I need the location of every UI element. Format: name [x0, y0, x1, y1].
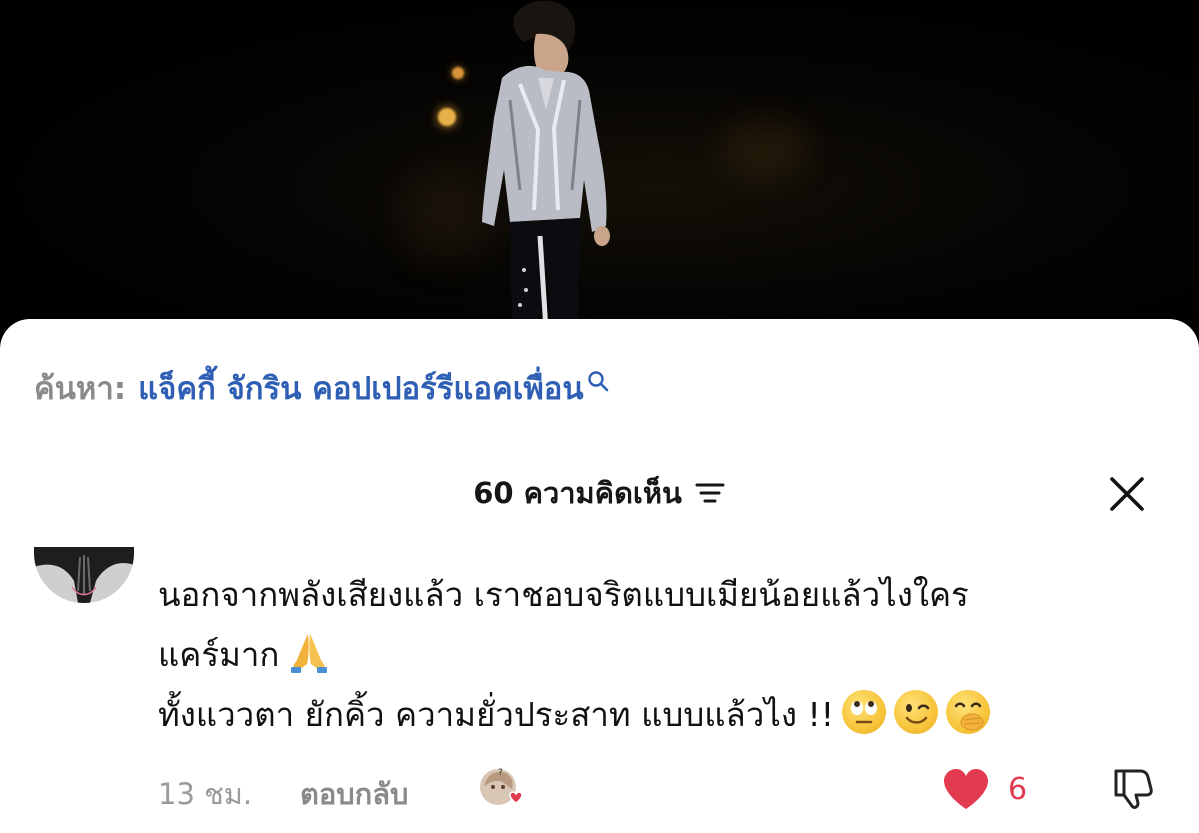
comments-title: ความคิดเห็น	[523, 476, 682, 510]
pray-emoji	[287, 630, 331, 674]
dislike-icon[interactable]	[1110, 765, 1156, 811]
search-icon	[587, 371, 608, 392]
comment-body: นอกจากพลังเสียงแล้ว เราชอบจริตแบบเมียน้อ…	[158, 565, 1168, 745]
comment-text: นอกจากพลังเสียงแล้ว เราชอบจริตแบบเมียน้อ…	[158, 575, 969, 614]
comment-sheet-screen: ค้นหา: แจ็คกี้ จักริน คอปเปอร์รีแอคเพื่อ…	[0, 0, 1199, 833]
hand-over-mouth-emoji	[945, 690, 990, 734]
stage-light	[400, 170, 490, 260]
svg-text:?: ?	[498, 768, 503, 778]
comment-text: ทั้งแววตา ยักคิ้ว ความยั่วประสาท แบบแล้ว…	[158, 695, 834, 734]
commenter-avatar[interactable]	[34, 547, 134, 603]
comment-line: แคร์มาก	[158, 625, 1168, 685]
comment-timestamp: 13 ชม.	[158, 777, 253, 811]
close-icon	[1110, 477, 1144, 511]
comment-line: นอกจากพลังเสียงแล้ว เราชอบจริตแบบเมียน้อ…	[158, 565, 1168, 625]
heart-icon	[944, 769, 988, 809]
search-suggestion[interactable]: ค้นหา: แจ็คกี้ จักริน คอปเปอร์รีแอคเพื่อ…	[34, 363, 610, 413]
like-button[interactable]: 6	[942, 767, 1027, 811]
stage-light	[438, 108, 456, 126]
comment-meta-row: 13 ชม. ตอบกลับ ? 6	[158, 767, 1168, 811]
comment-line: ทั้งแววตา ยักคิ้ว ความยั่วประสาท แบบแล้ว…	[158, 685, 1168, 745]
avatar-image	[34, 547, 134, 603]
video-player[interactable]	[0, 0, 1199, 340]
comment-text: แคร์มาก	[158, 635, 280, 674]
like-count: 6	[1008, 771, 1028, 807]
eye-roll-emoji	[841, 690, 886, 734]
performer-figure	[482, 0, 610, 330]
creator-like-avatar: ?	[480, 768, 523, 805]
search-label: ค้นหา:	[34, 371, 127, 407]
stage-light	[720, 120, 810, 180]
sort-icon[interactable]	[694, 480, 726, 506]
comments-count: 60	[473, 476, 514, 510]
reply-button[interactable]: ตอบกลับ	[300, 771, 408, 817]
comments-panel: ค้นหา: แจ็คกี้ จักริน คอปเปอร์รีแอคเพื่อ…	[0, 319, 1199, 833]
search-query-link[interactable]: แจ็คกี้ จักริน คอปเปอร์รีแอคเพื่อน	[138, 363, 583, 413]
close-button[interactable]	[1104, 471, 1150, 517]
comments-count-header: 60 ความคิดเห็น	[0, 469, 1199, 517]
stage-light	[452, 67, 464, 79]
wink-emoji	[893, 690, 938, 734]
